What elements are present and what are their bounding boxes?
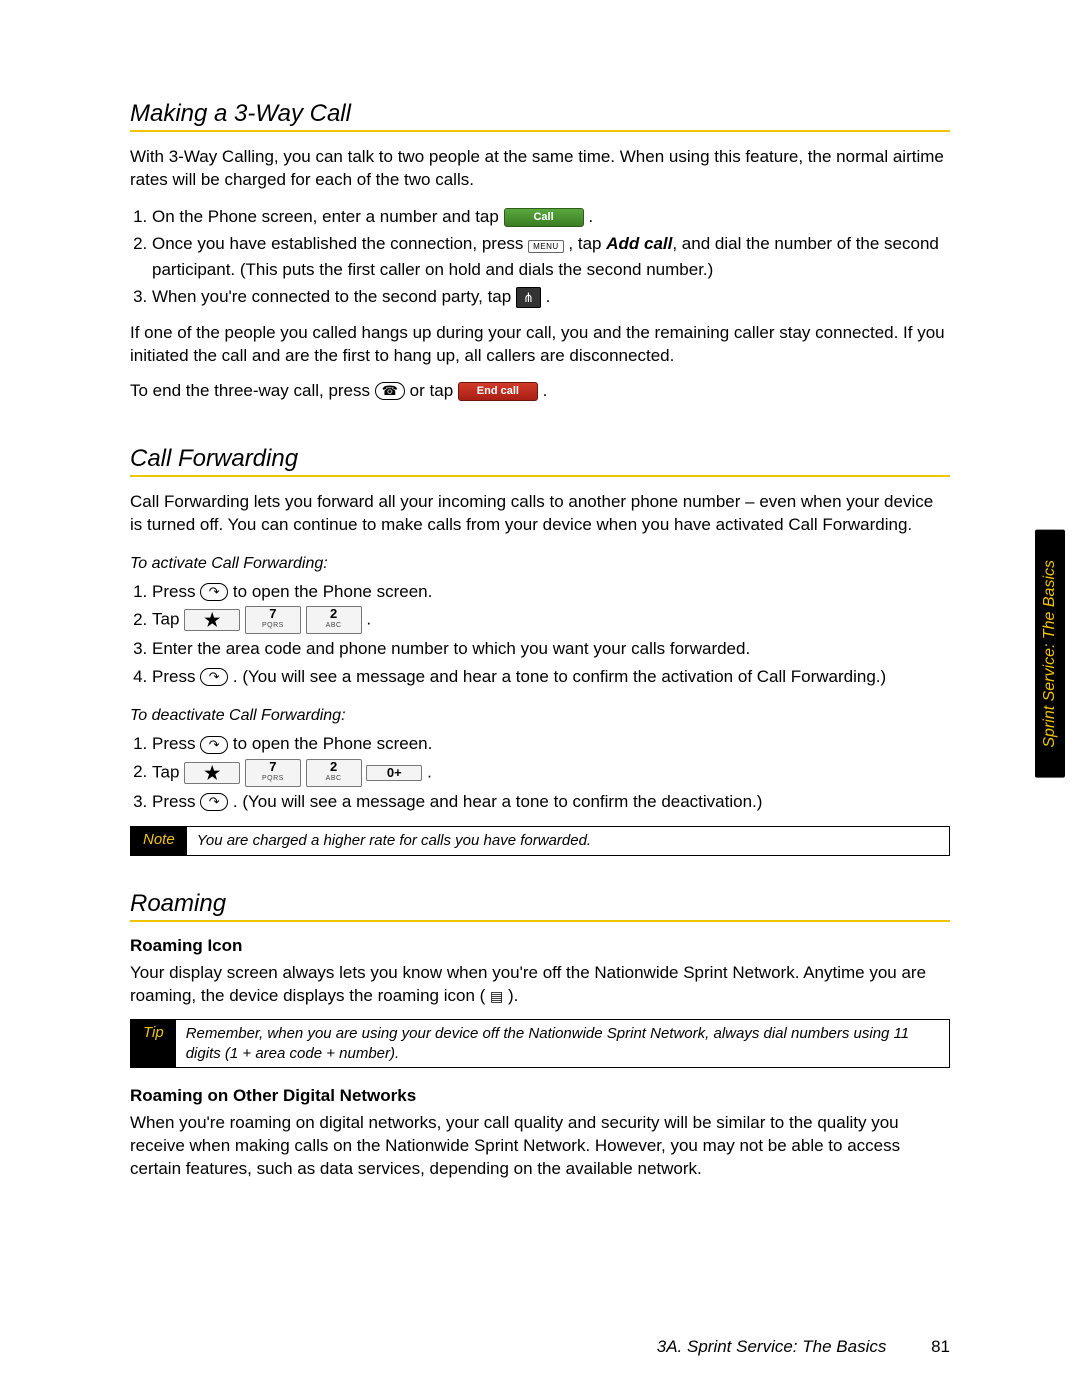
text: . (You will see a message and hear a ton… xyxy=(233,667,886,686)
menu-button: menu xyxy=(528,240,564,253)
phone-key-icon: ↷ xyxy=(200,736,228,754)
deact-step-1: Press ↷ to open the Phone screen. xyxy=(152,731,950,757)
call-button: Call xyxy=(504,208,584,227)
text: ). xyxy=(508,986,518,1005)
side-tab: Sprint Service: The Basics xyxy=(1035,530,1065,778)
act-step-3: Enter the area code and phone number to … xyxy=(152,636,950,662)
footer: 3A. Sprint Service: The Basics 81 xyxy=(657,1337,950,1357)
roaming-other-text: When you're roaming on digital networks,… xyxy=(130,1112,950,1181)
dial-key-7: 7PQRS xyxy=(245,606,301,634)
text: or tap xyxy=(410,381,458,400)
text: Tap xyxy=(152,610,184,629)
intro-forwarding: Call Forwarding lets you forward all you… xyxy=(130,491,950,537)
text: To end the three-way call, press xyxy=(130,381,375,400)
tip-label: Tip xyxy=(131,1020,176,1067)
activate-steps: Press ↷ to open the Phone screen. Tap ★ … xyxy=(152,579,950,690)
activate-subheading: To activate Call Forwarding: xyxy=(130,555,950,573)
deactivate-steps: Press ↷ to open the Phone screen. Tap ★ … xyxy=(152,731,950,814)
text: . xyxy=(546,287,551,306)
text: . xyxy=(588,207,593,226)
text: . xyxy=(366,610,371,629)
footer-chapter: 3A. Sprint Service: The Basics xyxy=(657,1337,887,1356)
text: . xyxy=(427,762,432,781)
text: Press xyxy=(152,667,200,686)
text: . xyxy=(543,381,548,400)
dial-key-star: ★ xyxy=(184,609,240,631)
roaming-icon-text: Your display screen always lets you know… xyxy=(130,962,950,1008)
text: , tap xyxy=(568,234,606,253)
end-call-line: To end the three-way call, press ☎ or ta… xyxy=(130,380,950,403)
roaming-icon: ▤ xyxy=(490,987,503,1006)
heading-roaming: Roaming xyxy=(130,890,950,918)
text: Press xyxy=(152,734,200,753)
dial-key-star: ★ xyxy=(184,762,240,784)
tip-box: Tip Remember, when you are using your de… xyxy=(130,1019,950,1068)
heading-3way: Making a 3-Way Call xyxy=(130,100,950,128)
step-1: On the Phone screen, enter a number and … xyxy=(152,204,950,230)
text: to open the Phone screen. xyxy=(233,582,432,601)
tip-content: Remember, when you are using your device… xyxy=(176,1020,949,1067)
deactivate-subheading: To deactivate Call Forwarding: xyxy=(130,707,950,725)
end-call-button: End call xyxy=(458,382,538,401)
end-hardware-key-icon: ☎ xyxy=(375,382,405,400)
act-step-1: Press ↷ to open the Phone screen. xyxy=(152,579,950,605)
text: Your display screen always lets you know… xyxy=(130,963,926,1005)
divider xyxy=(130,130,950,132)
dial-key-2: 2ABC xyxy=(306,759,362,787)
phone-key-icon: ↷ xyxy=(200,668,228,686)
text: Tap xyxy=(152,762,184,781)
act-step-4: Press ↷ . (You will see a message and he… xyxy=(152,664,950,690)
dial-key-7: 7PQRS xyxy=(245,759,301,787)
text: When you're connected to the second part… xyxy=(152,287,516,306)
divider xyxy=(130,920,950,922)
text: Press xyxy=(152,792,200,811)
text: Once you have established the connection… xyxy=(152,234,528,253)
phone-key-icon: ↷ xyxy=(200,583,228,601)
note-content: You are charged a higher rate for calls … xyxy=(187,827,949,855)
note-label: Note xyxy=(131,827,187,855)
deact-step-3: Press ↷ . (You will see a message and he… xyxy=(152,789,950,815)
heading-forwarding: Call Forwarding xyxy=(130,445,950,473)
roaming-icon-heading: Roaming Icon xyxy=(130,936,950,956)
note-box: Note You are charged a higher rate for c… xyxy=(130,826,950,856)
roaming-other-heading: Roaming on Other Digital Networks xyxy=(130,1086,950,1106)
step-2: Once you have established the connection… xyxy=(152,231,950,282)
merge-icon: ⋔ xyxy=(516,287,541,308)
dial-key-2: 2ABC xyxy=(306,606,362,634)
steps-3way: On the Phone screen, enter a number and … xyxy=(152,204,950,310)
act-step-2: Tap ★ 7PQRS 2ABC . xyxy=(152,606,950,634)
step-3: When you're connected to the second part… xyxy=(152,284,950,310)
intro-3way: With 3-Way Calling, you can talk to two … xyxy=(130,146,950,192)
phone-key-icon: ↷ xyxy=(200,793,228,811)
dial-key-0: 0+ xyxy=(366,765,422,781)
text: . (You will see a message and hear a ton… xyxy=(233,792,763,811)
text: On the Phone screen, enter a number and … xyxy=(152,207,504,226)
add-call-label: Add call xyxy=(606,234,672,253)
divider xyxy=(130,475,950,477)
page-number: 81 xyxy=(931,1337,950,1356)
text: to open the Phone screen. xyxy=(233,734,432,753)
text: Press xyxy=(152,582,200,601)
deact-step-2: Tap ★ 7PQRS 2ABC 0+ . xyxy=(152,759,950,787)
outro-3way: If one of the people you called hangs up… xyxy=(130,322,950,368)
